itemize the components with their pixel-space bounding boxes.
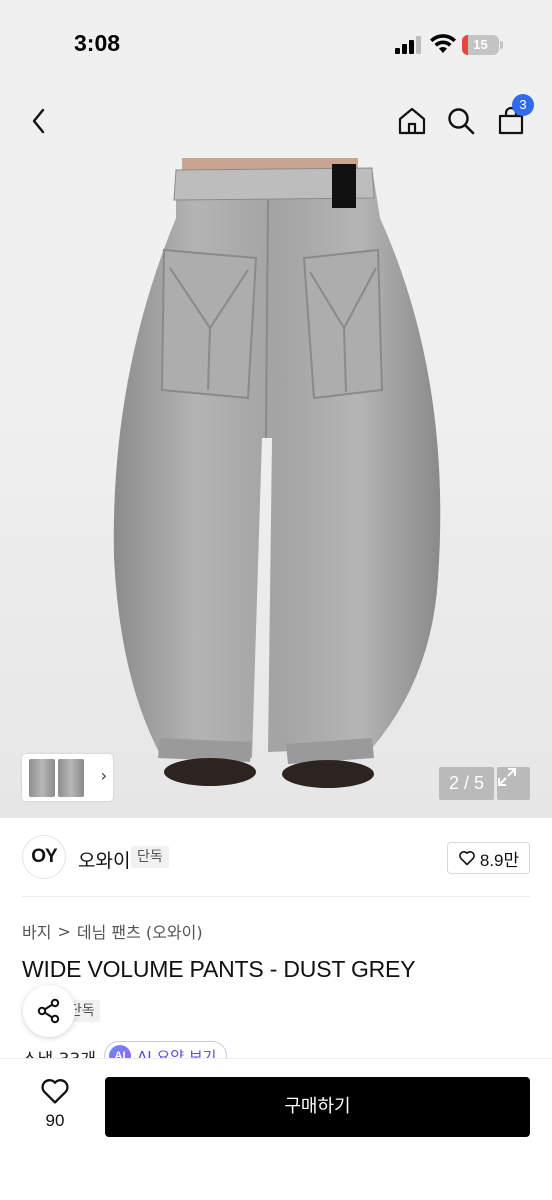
- home-icon: [398, 107, 426, 135]
- chevron-right-icon: ›: [100, 766, 107, 785]
- cart-button[interactable]: 3: [494, 94, 534, 138]
- image-page-counter: 2 / 5: [439, 767, 494, 800]
- cart-count-badge: 3: [512, 94, 534, 116]
- brand-logo[interactable]: OY: [22, 835, 66, 879]
- top-navigation: 3: [0, 88, 552, 158]
- cellular-signal-icon: [395, 36, 421, 54]
- expand-image-button[interactable]: [497, 767, 530, 800]
- brand-like-count: 8.9만: [479, 850, 520, 870]
- wifi-icon: [430, 34, 456, 53]
- product-title: WIDE VOLUME PANTS - DUST GREY: [22, 956, 416, 982]
- breadcrumb-item[interactable]: 데님 팬츠 (오와이): [77, 919, 203, 943]
- search-button[interactable]: [444, 104, 478, 138]
- battery-level: 15: [473, 37, 488, 52]
- breadcrumb-separator: >: [57, 921, 71, 941]
- breadcrumb-item[interactable]: 바지: [22, 919, 51, 943]
- brand-like-button[interactable]: 8.9만: [447, 842, 530, 874]
- share-icon: [37, 998, 60, 1024]
- breadcrumb: 바지 > 데님 팬츠 (오와이): [22, 919, 203, 943]
- bottom-action-bar: 90 구매하기: [0, 1058, 552, 1200]
- status-bar: 3:08 15: [0, 0, 552, 88]
- back-button[interactable]: [22, 104, 56, 138]
- product-photo: [113, 158, 441, 788]
- product-image-gallery[interactable]: › 2 / 5: [0, 158, 552, 818]
- brand-exclusive-badge: 단독: [131, 846, 169, 868]
- share-button[interactable]: [23, 985, 75, 1037]
- wishlist-count: 90: [45, 1111, 65, 1130]
- search-icon: [448, 108, 475, 135]
- heart-icon: [458, 851, 475, 866]
- brand-row[interactable]: OY 오와이 단독 8.9만: [0, 818, 552, 898]
- brand-name[interactable]: 오와이: [78, 846, 130, 873]
- expand-icon: [498, 768, 516, 786]
- home-button[interactable]: [395, 104, 429, 138]
- chevron-left-icon: [32, 108, 45, 134]
- wishlist-button[interactable]: 90: [30, 1077, 80, 1131]
- thumbnail-image[interactable]: [29, 759, 55, 797]
- status-time: 3:08: [74, 30, 121, 56]
- battery-indicator: 15: [462, 35, 504, 55]
- heart-icon: [41, 1079, 69, 1104]
- thumbnail-strip[interactable]: ›: [22, 754, 113, 801]
- thumbnail-image[interactable]: [58, 759, 84, 797]
- divider: [22, 896, 530, 897]
- buy-button[interactable]: 구매하기: [105, 1077, 530, 1137]
